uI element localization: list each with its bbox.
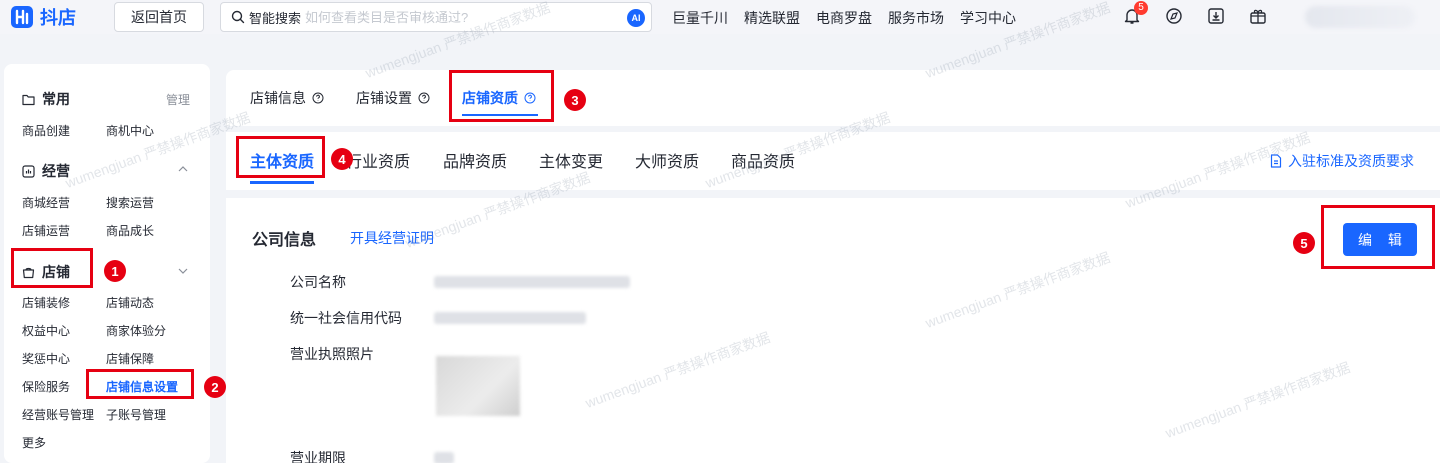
annotation-box-store-info-settings <box>86 369 194 399</box>
chart-box-icon <box>22 164 35 178</box>
top-nav-links: 巨量千川 精选联盟 电商罗盘 服务市场 学习中心 <box>672 8 1016 28</box>
tab-label: 店铺设置 <box>356 90 412 106</box>
top-link-qianchuan[interactable]: 巨量千川 <box>672 8 728 28</box>
chevron-up-icon[interactable] <box>178 166 188 172</box>
subtab-master-qualification[interactable]: 大师资质 <box>635 148 699 172</box>
tab-label: 店铺信息 <box>250 90 306 106</box>
compass-button[interactable] <box>1164 6 1184 26</box>
annotation-number-2: 2 <box>204 376 226 398</box>
sidebar-item-mall-ops[interactable]: 商城经营 <box>22 194 70 211</box>
search-label: 智能搜索 <box>249 10 302 26</box>
store-tabs-bar: 店铺信息 店铺设置 店铺资质 <box>226 70 1440 126</box>
annotation-number-5: 5 <box>1293 232 1315 254</box>
tab-store-settings[interactable]: 店铺设置 <box>356 88 430 108</box>
sidebar-item-benefits-center[interactable]: 权益中心 <box>22 322 70 339</box>
manage-link[interactable]: 管理 <box>166 91 190 108</box>
sidebar-item-search-ops[interactable]: 搜索运营 <box>106 194 154 211</box>
search-input[interactable] <box>305 9 626 25</box>
field-label-license-photo: 营业执照照片 <box>290 346 374 362</box>
back-home-button[interactable]: 返回首页 <box>114 2 204 32</box>
sidebar-section-label: 经营 <box>42 163 70 179</box>
sidebar-item-business-account[interactable]: 经营账号管理 <box>22 406 94 423</box>
ai-icon[interactable]: AI <box>627 9 645 27</box>
business-license-image[interactable] <box>436 356 520 416</box>
company-info-panel: 公司信息 开具经营证明 编 辑 公司名称 统一社会信用代码 营业执照照片 营业期… <box>226 198 1440 463</box>
subtab-industry-qualification[interactable]: 行业资质 <box>346 148 410 172</box>
sidebar-more-link[interactable]: 更多 <box>22 434 46 451</box>
sidebar-item-rewards-penalties[interactable]: 奖惩中心 <box>22 350 70 367</box>
field-label-credit-code: 统一社会信用代码 <box>290 310 402 326</box>
folder-icon <box>22 94 35 105</box>
field-label-business-term: 营业期限 <box>290 450 346 463</box>
sidebar-section-business[interactable]: 经营 <box>22 161 70 181</box>
sidebar-item-sub-account[interactable]: 子账号管理 <box>106 406 166 423</box>
annotation-box-store <box>11 248 93 288</box>
subtab-entity-change[interactable]: 主体变更 <box>539 148 603 172</box>
requirements-link[interactable]: 入驻标准及资质要求 <box>1270 151 1414 171</box>
top-link-service-market[interactable]: 服务市场 <box>888 8 944 28</box>
annotation-box-edit-button <box>1321 205 1435 269</box>
top-link-alliance[interactable]: 精选联盟 <box>744 8 800 28</box>
sidebar-item-product-create[interactable]: 商品创建 <box>22 122 70 139</box>
sidebar-item-store-news[interactable]: 店铺动态 <box>106 294 154 311</box>
annotation-box-qualification-tab <box>449 70 554 122</box>
active-subtab-indicator <box>250 181 314 184</box>
company-name-value-redacted <box>434 276 630 288</box>
sidebar-item-store-guarantee[interactable]: 店铺保障 <box>106 350 154 367</box>
top-icons: 5 <box>1122 1 1268 26</box>
gift-button[interactable] <box>1248 6 1268 26</box>
sidebar-section-common[interactable]: 常用 <box>22 89 70 109</box>
annotation-number-4: 4 <box>331 148 353 170</box>
chevron-down-icon[interactable] <box>178 268 188 274</box>
user-account-avatar[interactable] <box>1305 6 1415 28</box>
download-icon <box>1208 8 1224 24</box>
sidebar-item-opportunity-center[interactable]: 商机中心 <box>106 122 154 139</box>
notification-button[interactable]: 5 <box>1122 1 1148 26</box>
logo-text: 抖店 <box>40 8 76 28</box>
subtab-product-qualification[interactable]: 商品资质 <box>731 148 795 172</box>
doudian-logo-icon <box>11 6 33 28</box>
help-circle-icon[interactable] <box>418 92 430 104</box>
annotation-box-entity-subtab <box>236 136 325 178</box>
sidebar-item-insurance[interactable]: 保险服务 <box>22 378 70 395</box>
credit-code-value-redacted <box>434 312 586 324</box>
top-link-compass[interactable]: 电商罗盘 <box>816 8 872 28</box>
search-icon <box>231 10 245 24</box>
business-certificate-link[interactable]: 开具经营证明 <box>350 228 434 248</box>
sidebar-item-experience-score[interactable]: 商家体验分 <box>106 322 166 339</box>
field-label-company-name: 公司名称 <box>290 274 346 290</box>
download-button[interactable] <box>1206 6 1226 26</box>
smart-search-box[interactable]: 智能搜索 AI <box>220 2 652 32</box>
requirements-link-label: 入驻标准及资质要求 <box>1288 153 1414 169</box>
tab-store-info[interactable]: 店铺信息 <box>250 88 324 108</box>
annotation-number-3: 3 <box>564 89 586 111</box>
help-circle-icon[interactable] <box>312 92 324 104</box>
annotation-number-1: 1 <box>104 260 126 282</box>
company-info-title: 公司信息 <box>252 232 317 249</box>
top-link-learning-center[interactable]: 学习中心 <box>960 8 1016 28</box>
gift-box-icon <box>1250 9 1266 24</box>
sidebar-item-store-ops[interactable]: 店铺运营 <box>22 222 70 239</box>
sidebar-section-label: 常用 <box>42 91 70 107</box>
compass-icon <box>1166 8 1182 24</box>
sidebar-item-store-decoration[interactable]: 店铺装修 <box>22 294 70 311</box>
notification-badge: 5 <box>1134 1 1148 15</box>
top-bar: 抖店 返回首页 智能搜索 AI 巨量千川 精选联盟 电商罗盘 服务市场 学习中心… <box>0 0 1440 34</box>
document-icon <box>1270 154 1282 168</box>
logo[interactable]: 抖店 <box>10 4 76 30</box>
business-term-value-redacted <box>434 452 454 463</box>
sidebar-item-product-growth[interactable]: 商品成长 <box>106 222 154 239</box>
qualification-subtabs: 主体资质 行业资质 品牌资质 主体变更 大师资质 商品资质 入驻标准及资质要求 <box>226 132 1440 190</box>
subtab-brand-qualification[interactable]: 品牌资质 <box>443 148 507 172</box>
